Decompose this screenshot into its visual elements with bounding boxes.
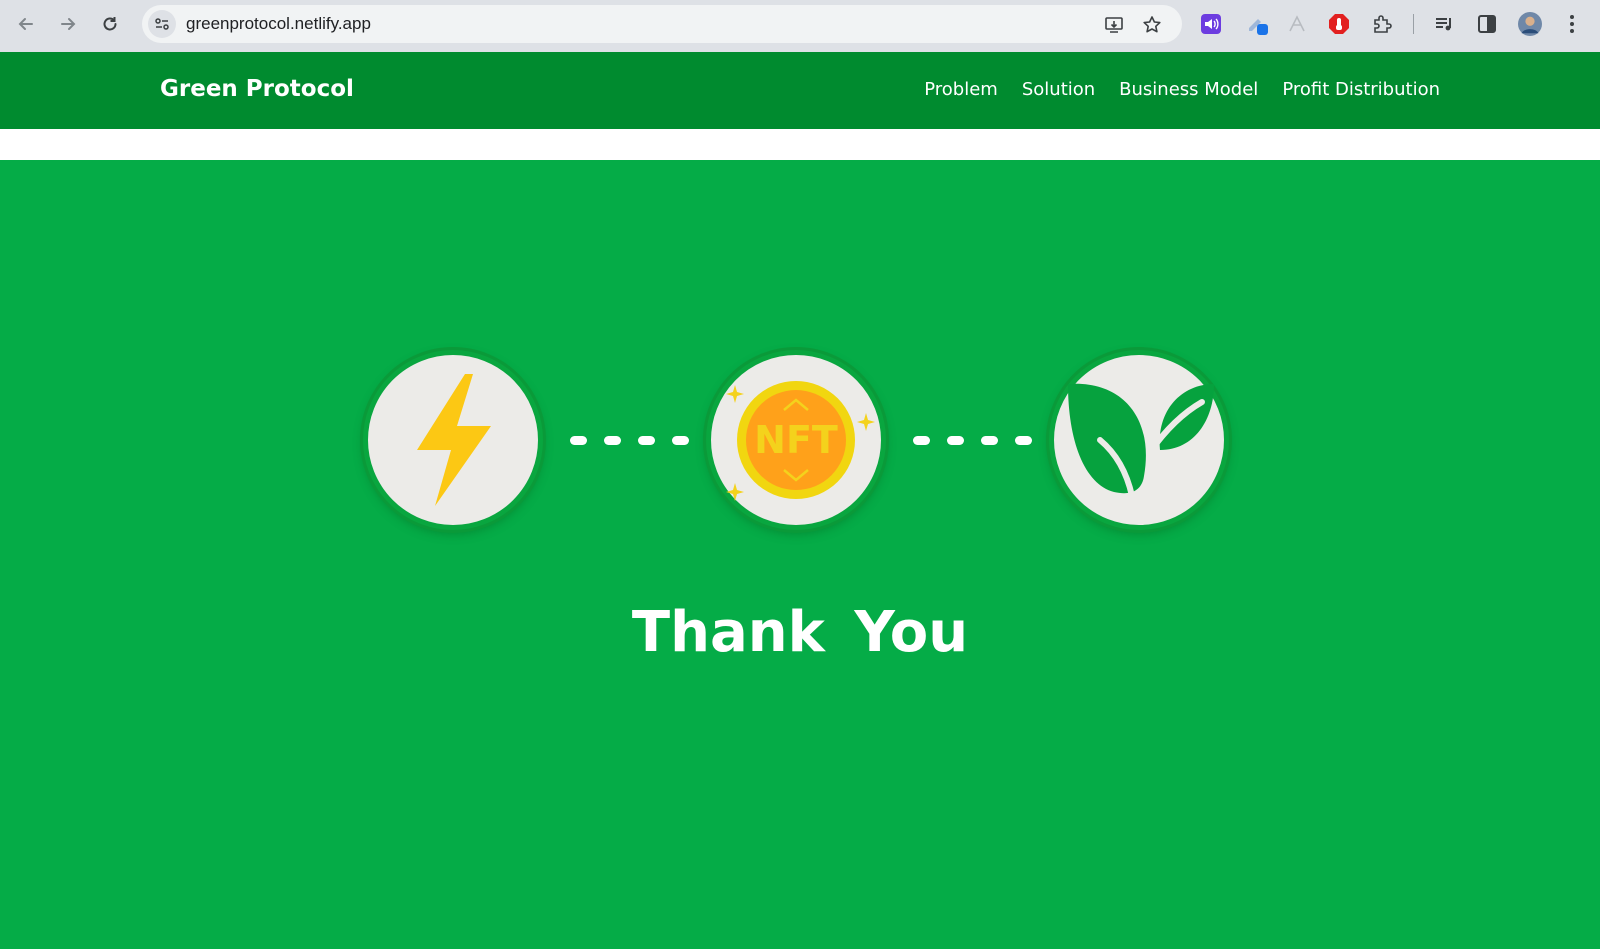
- back-arrow-icon: [18, 18, 33, 30]
- browser-menu-icon[interactable]: [1560, 12, 1584, 36]
- site-nav: Problem Solution Business Model Profit D…: [924, 79, 1440, 100]
- install-app-icon[interactable]: [1102, 13, 1126, 37]
- bookmark-star-icon[interactable]: [1140, 13, 1164, 37]
- thank-you-section: NFT Thank You: [0, 160, 1600, 949]
- energy-circle: [363, 350, 543, 530]
- side-panel-icon[interactable]: [1475, 12, 1499, 36]
- nav-link-solution[interactable]: Solution: [1022, 79, 1095, 100]
- site-brand[interactable]: Green Protocol: [160, 76, 354, 102]
- extensions-puzzle-icon[interactable]: [1370, 12, 1394, 36]
- media-controls-icon[interactable]: [1432, 12, 1456, 36]
- translate-extension-icon[interactable]: [1285, 12, 1309, 36]
- reload-button[interactable]: [96, 10, 124, 38]
- pen-extension-icon[interactable]: [1245, 12, 1269, 36]
- nft-circle: NFT: [706, 350, 886, 530]
- read-aloud-extension-icon[interactable]: [1199, 12, 1223, 36]
- forward-arrow-icon: [61, 18, 76, 30]
- nav-link-problem[interactable]: Problem: [924, 79, 998, 100]
- reload-icon: [103, 17, 117, 31]
- back-button[interactable]: [12, 10, 40, 38]
- toolbar-divider: [1413, 14, 1414, 34]
- address-bar[interactable]: greenprotocol.netlify.app: [142, 5, 1182, 43]
- profile-avatar[interactable]: [1518, 12, 1542, 36]
- site-header: Green Protocol Problem Solution Business…: [0, 52, 1600, 129]
- nav-link-business-model[interactable]: Business Model: [1119, 79, 1258, 100]
- connector-dots-left: [570, 436, 689, 445]
- leaf-icon: [1068, 383, 1214, 499]
- adblock-extension-icon[interactable]: [1327, 12, 1351, 36]
- nft-coin-icon: NFT: [726, 381, 875, 501]
- lightning-icon: [417, 374, 491, 506]
- thank-you-heading: Thank You: [631, 600, 969, 665]
- url-text[interactable]: greenprotocol.netlify.app: [186, 14, 371, 34]
- site-info-icon[interactable]: [148, 10, 176, 38]
- nav-link-profit-distribution[interactable]: Profit Distribution: [1282, 79, 1440, 100]
- nft-label: NFT: [754, 418, 838, 462]
- header-spacer: [0, 129, 1600, 160]
- leaf-circle: [1049, 350, 1229, 530]
- forward-button[interactable]: [54, 10, 82, 38]
- browser-toolbar: greenprotocol.netlify.app: [0, 0, 1600, 52]
- connector-dots-right: [913, 436, 1032, 445]
